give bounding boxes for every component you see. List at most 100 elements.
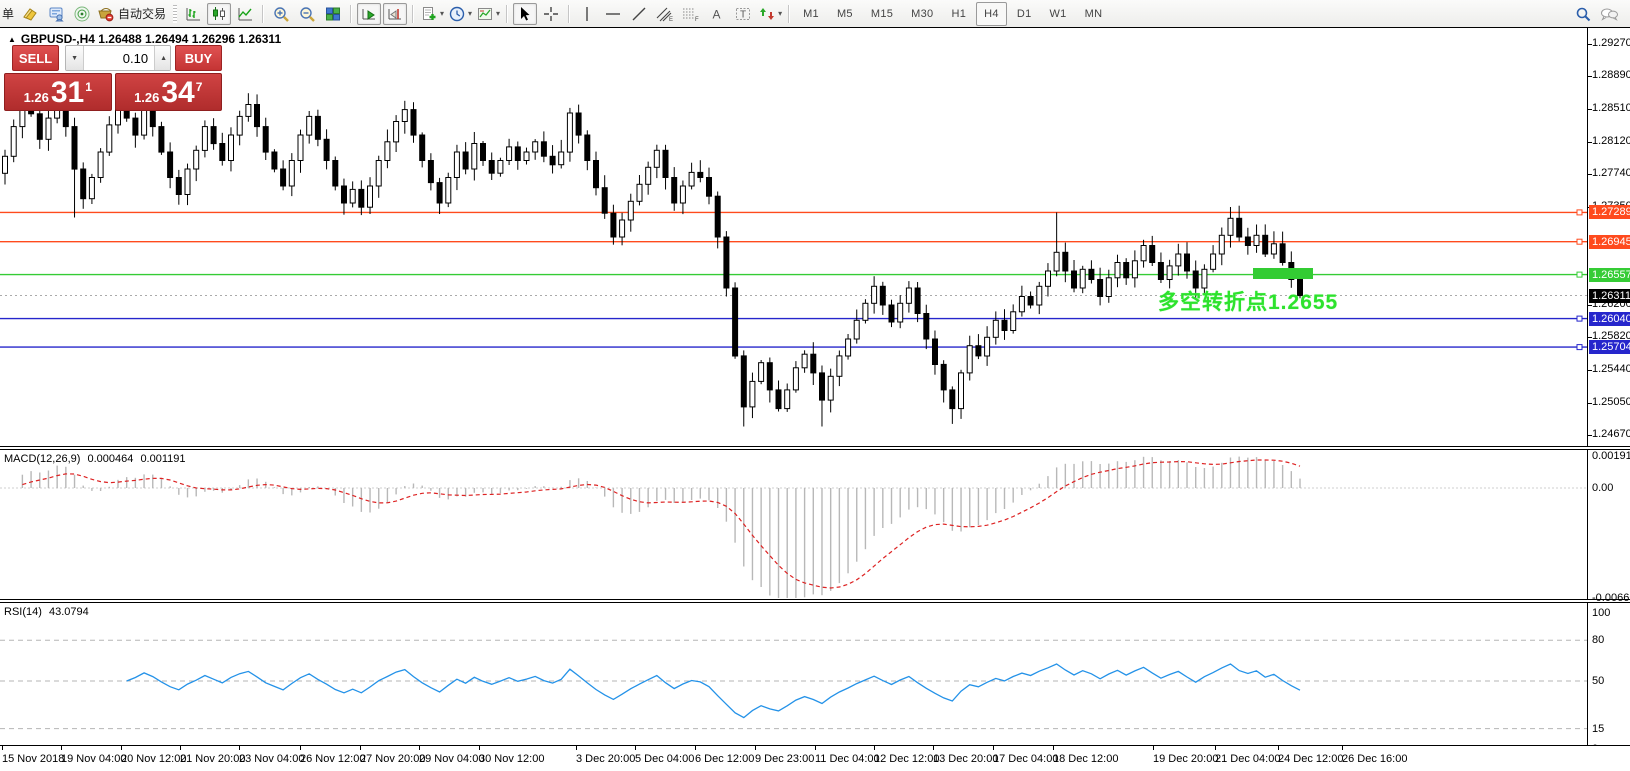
candlestick-plot[interactable]: [0, 28, 1630, 446]
candlestick-chart-button[interactable]: [207, 3, 231, 25]
toolbar-grip[interactable]: [173, 5, 177, 23]
cursor-arrow-icon: [516, 5, 534, 23]
candle-body: [498, 161, 503, 174]
highlight-rectangle[interactable]: [1253, 268, 1313, 279]
collapse-panel-icon[interactable]: ▲: [8, 35, 16, 44]
candle-body: [1037, 286, 1042, 305]
search-button[interactable]: [1571, 3, 1595, 25]
templates-button[interactable]: ▾: [475, 3, 501, 25]
candle-body: [298, 135, 303, 161]
rsi-axis-label: 15: [1592, 723, 1604, 735]
time-axis[interactable]: 15 Nov 201819 Nov 04:0020 Nov 12:0021 No…: [0, 746, 1630, 771]
macd-panel[interactable]: MACD(12,26,9) 0.000464 0.001191 0.001915…: [0, 449, 1630, 600]
chart-shift-icon: [386, 5, 404, 23]
main-chart-panel[interactable]: 1.292701.288901.285101.281201.277401.273…: [0, 27, 1630, 447]
metaquotes-book-icon[interactable]: [18, 3, 42, 25]
equidistant-channel-tool[interactable]: E: [653, 3, 677, 25]
indicators-dropdown-caret[interactable]: ▾: [440, 9, 444, 18]
candle-body: [1228, 218, 1233, 235]
candle-body: [820, 373, 825, 400]
candle-body: [967, 346, 972, 373]
add-indicator-icon: [420, 5, 438, 23]
tile-windows-button[interactable]: [321, 3, 345, 25]
chat-button[interactable]: [1597, 3, 1621, 25]
lot-size-input[interactable]: [83, 46, 155, 70]
timeframe-button-M30[interactable]: M30: [903, 2, 941, 26]
macd-axis-line: [1587, 450, 1588, 599]
new-order-button[interactable]: 单: [0, 3, 16, 25]
candle-body: [1089, 269, 1094, 279]
pivot-annotation-text[interactable]: 多空转折点1.2655: [1158, 286, 1338, 316]
timeframe-button-M5[interactable]: M5: [829, 2, 861, 26]
timeframe-button-D1[interactable]: D1: [1009, 2, 1040, 26]
time-axis-tick: [1153, 746, 1154, 750]
metaeditor-icon[interactable]: [44, 3, 68, 25]
candle-body: [3, 156, 8, 173]
signal-icon[interactable]: [70, 3, 94, 25]
candle-body: [1080, 269, 1085, 288]
timeframe-button-H4[interactable]: H4: [976, 2, 1007, 26]
horizontal-line-tool[interactable]: [601, 3, 625, 25]
sell-quote-button[interactable]: 1.26 31 1: [4, 73, 112, 111]
sell-button[interactable]: SELL: [12, 45, 59, 71]
line-handle: [1577, 272, 1582, 277]
price-line-tag: 1.26040: [1589, 312, 1630, 326]
candle-body: [1141, 246, 1146, 261]
vertical-line-tool[interactable]: [575, 3, 599, 25]
rsi-panel[interactable]: RSI(14) 43.0794 1008050150: [0, 602, 1630, 746]
arrows-dropdown-caret[interactable]: ▾: [778, 9, 782, 18]
candle-body: [1150, 246, 1155, 263]
toolbar-separator: [788, 5, 790, 23]
buy-quote-button[interactable]: 1.26 34 7: [115, 73, 223, 111]
zoom-in-button[interactable]: [269, 3, 293, 25]
price-line-tag: 1.27289: [1589, 205, 1630, 219]
candle-body: [463, 152, 468, 169]
auto-scroll-button[interactable]: [357, 3, 381, 25]
macd-plot[interactable]: [0, 450, 1630, 599]
timeframe-button-M1[interactable]: M1: [795, 2, 827, 26]
chart-shift-button[interactable]: [383, 3, 407, 25]
candle-body: [255, 105, 260, 127]
toolbar-separator: [412, 5, 414, 23]
buy-button[interactable]: BUY: [175, 45, 222, 71]
chat-bubbles-icon: [1599, 5, 1619, 23]
candle-body: [472, 144, 477, 170]
price-axis-label: 1.25050: [1592, 396, 1630, 408]
zoom-out-button[interactable]: [295, 3, 319, 25]
crosshair-tool-button[interactable]: [539, 3, 563, 25]
timeframe-button-H1[interactable]: H1: [943, 2, 974, 26]
candle-body: [611, 213, 616, 237]
indicators-button[interactable]: ▾: [419, 3, 445, 25]
fibonacci-tool[interactable]: F: [679, 3, 703, 25]
yellow-book-icon: [21, 5, 39, 23]
text-tool[interactable]: A: [705, 3, 729, 25]
candle-body: [1011, 312, 1016, 331]
timeframe-button-W1[interactable]: W1: [1042, 2, 1075, 26]
candle-body: [602, 188, 607, 214]
timeframe-button-M15[interactable]: M15: [863, 2, 901, 26]
bar-chart-button[interactable]: [181, 3, 205, 25]
periods-dropdown-caret[interactable]: ▾: [468, 9, 472, 18]
candle-body: [1002, 320, 1007, 330]
candle-body: [1271, 244, 1276, 254]
candle-body: [1028, 297, 1033, 306]
lot-increase-button[interactable]: ▲: [155, 46, 171, 70]
periods-button[interactable]: ▾: [447, 3, 473, 25]
candle-body: [680, 186, 685, 203]
line-chart-button[interactable]: [233, 3, 257, 25]
cursor-tool-button[interactable]: [513, 3, 537, 25]
rsi-plot[interactable]: [0, 603, 1630, 745]
candle-body: [733, 288, 738, 356]
candle-body: [533, 142, 538, 152]
text-label-tool[interactable]: T: [731, 3, 755, 25]
candle-body: [168, 152, 173, 178]
time-axis-tick: [1278, 746, 1279, 750]
lot-decrease-button[interactable]: ▼: [66, 46, 83, 70]
autotrading-button[interactable]: [96, 3, 116, 25]
candle-body: [315, 116, 320, 139]
arrows-tool[interactable]: ▾: [757, 3, 783, 25]
trendline-tool[interactable]: [627, 3, 651, 25]
templates-dropdown-caret[interactable]: ▾: [496, 9, 500, 18]
timeframe-button-MN[interactable]: MN: [1077, 2, 1111, 26]
candle-body: [707, 178, 712, 197]
